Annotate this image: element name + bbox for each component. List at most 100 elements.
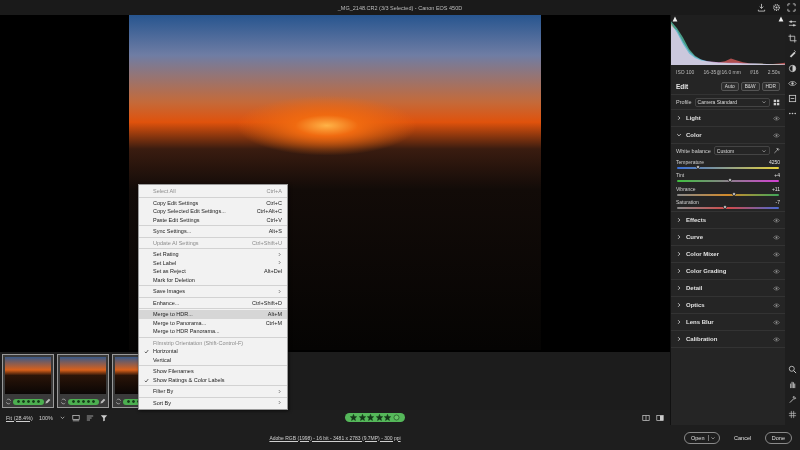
gear-icon[interactable] — [772, 3, 781, 12]
panel-section-header[interactable]: Light — [671, 110, 785, 127]
star-icon[interactable] — [72, 400, 75, 403]
star-icon[interactable] — [82, 400, 85, 403]
profile-browser-icon[interactable] — [773, 99, 780, 106]
open-options-icon[interactable] — [708, 435, 716, 441]
menu-item[interactable]: Set as RejectAlt+Del — [139, 267, 287, 276]
eye-icon[interactable] — [773, 115, 780, 122]
preview-canvas[interactable] — [0, 15, 670, 352]
panel-section-header[interactable]: Optics — [671, 297, 785, 314]
before-after-icon[interactable] — [656, 414, 664, 422]
star-icon[interactable] — [92, 400, 95, 403]
mode-button[interactable]: HDR — [762, 82, 780, 91]
panel-section-header[interactable]: Color — [671, 127, 785, 144]
footer-button[interactable]: Done — [765, 432, 792, 444]
compare-icon[interactable] — [642, 414, 650, 422]
eye-icon[interactable] — [773, 234, 780, 241]
menu-item[interactable]: Save Images — [139, 287, 287, 296]
star-icon[interactable] — [132, 400, 135, 403]
more-icon[interactable] — [788, 109, 797, 118]
crop-icon[interactable] — [788, 34, 797, 43]
menu-item[interactable]: Show Filenames — [139, 367, 287, 376]
menu-item[interactable]: Merge to HDR...Alt+M — [139, 310, 287, 319]
star-icon[interactable] — [37, 400, 40, 403]
panel-section-header[interactable]: Detail — [671, 280, 785, 297]
star-icon[interactable] — [22, 400, 25, 403]
menu-item[interactable]: Mark for Deletion — [139, 276, 287, 285]
menu-item[interactable]: Copy Edit SettingsCtrl+C — [139, 199, 287, 208]
profile-dropdown[interactable]: Camera Standard — [695, 98, 770, 107]
slider-thumb[interactable] — [696, 165, 700, 169]
eye-icon[interactable] — [773, 132, 780, 139]
panel-section-header[interactable]: Curve — [671, 229, 785, 246]
menu-item[interactable]: Filmstrip Orientation (Shift-Control-F) — [139, 339, 287, 348]
mode-button[interactable]: B&W — [741, 82, 760, 91]
panel-section-header[interactable]: Calibration — [671, 331, 785, 348]
rating-pill[interactable] — [13, 399, 44, 405]
filter-icon[interactable] — [100, 414, 108, 422]
panel-section-header[interactable]: Lens Blur — [671, 314, 785, 331]
masking-icon[interactable] — [788, 64, 797, 73]
star-icon[interactable] — [87, 400, 90, 403]
workflow-options-link[interactable]: Adobe RGB (1998) - 16 bit - 3481 x 2783 … — [269, 435, 400, 441]
slider-value[interactable]: 4250 — [769, 159, 780, 165]
slider-thumb[interactable] — [723, 205, 727, 209]
healing-icon[interactable] — [788, 49, 797, 58]
menu-item[interactable]: Horizontal — [139, 347, 287, 356]
menu-item[interactable]: Enhance...Ctrl+Shift+D — [139, 299, 287, 308]
slider-track[interactable] — [677, 207, 779, 209]
panel-section-header[interactable]: Color Grading — [671, 263, 785, 280]
filmstrip-thumbnail[interactable] — [2, 354, 54, 408]
slider-thumb[interactable] — [732, 192, 736, 196]
star-icon[interactable] — [27, 400, 30, 403]
slider-value[interactable]: +11 — [772, 186, 780, 192]
menu-item[interactable]: Select AllCtrl+A — [139, 187, 287, 196]
panel-section-header[interactable]: Color Mixer — [671, 246, 785, 263]
filmstrip-view-icon[interactable] — [72, 414, 80, 422]
star-icon[interactable] — [359, 414, 366, 421]
label-circle-icon[interactable] — [393, 414, 400, 421]
footer-button[interactable]: Open — [684, 432, 720, 444]
eye-icon[interactable] — [773, 251, 780, 258]
star-icon[interactable] — [384, 414, 391, 421]
fullscreen-icon[interactable] — [787, 3, 796, 12]
star-icon[interactable] — [350, 414, 357, 421]
slider-value[interactable]: +4 — [774, 172, 780, 178]
slider-track[interactable] — [677, 180, 779, 182]
filmstrip-thumbnail[interactable] — [57, 354, 109, 408]
eye-icon[interactable] — [773, 336, 780, 343]
sort-icon[interactable] — [86, 414, 94, 422]
slider-thumb[interactable] — [728, 178, 732, 182]
zoom-icon[interactable] — [788, 365, 797, 374]
color-sampler-icon[interactable] — [788, 395, 797, 404]
menu-item[interactable]: Vertical — [139, 356, 287, 365]
footer-button[interactable]: Cancel — [732, 433, 753, 443]
save-icon[interactable] — [757, 3, 766, 12]
star-icon[interactable] — [17, 400, 20, 403]
eye-icon[interactable] — [773, 268, 780, 275]
menu-item[interactable]: Sort By — [139, 399, 287, 408]
shadow-clipping-icon[interactable] — [672, 16, 678, 22]
menu-item[interactable]: Merge to HDR Panorama... — [139, 327, 287, 336]
menu-item[interactable]: Copy Selected Edit Settings...Ctrl+Alt+C — [139, 207, 287, 216]
rating-pill[interactable] — [68, 399, 99, 405]
eye-icon[interactable] — [773, 217, 780, 224]
hand-icon[interactable] — [788, 380, 797, 389]
edit-sliders-icon[interactable] — [788, 19, 797, 28]
eyedropper-icon[interactable] — [773, 147, 780, 154]
mode-button[interactable]: Auto — [721, 82, 739, 91]
menu-item[interactable]: Update AI SettingsCtrl+Shift+U — [139, 239, 287, 248]
star-icon[interactable] — [376, 414, 383, 421]
zoom-button[interactable]: Fit (28.4%) — [6, 415, 33, 421]
menu-item[interactable]: Paste Edit SettingsCtrl+V — [139, 216, 287, 225]
zoom-dropdown-icon[interactable] — [59, 414, 66, 421]
grid-overlay-icon[interactable] — [788, 410, 797, 419]
white-balance-dropdown[interactable]: Custom — [714, 146, 770, 155]
slider-value[interactable]: -7 — [776, 199, 780, 205]
red-eye-icon[interactable] — [788, 79, 797, 88]
menu-item[interactable]: Sync Settings...Alt+S — [139, 227, 287, 236]
menu-item[interactable]: Set Label — [139, 259, 287, 268]
menu-item[interactable]: Set Rating — [139, 250, 287, 259]
slider-track[interactable] — [677, 194, 779, 196]
star-icon[interactable] — [367, 414, 374, 421]
menu-item[interactable]: Filter By — [139, 387, 287, 396]
